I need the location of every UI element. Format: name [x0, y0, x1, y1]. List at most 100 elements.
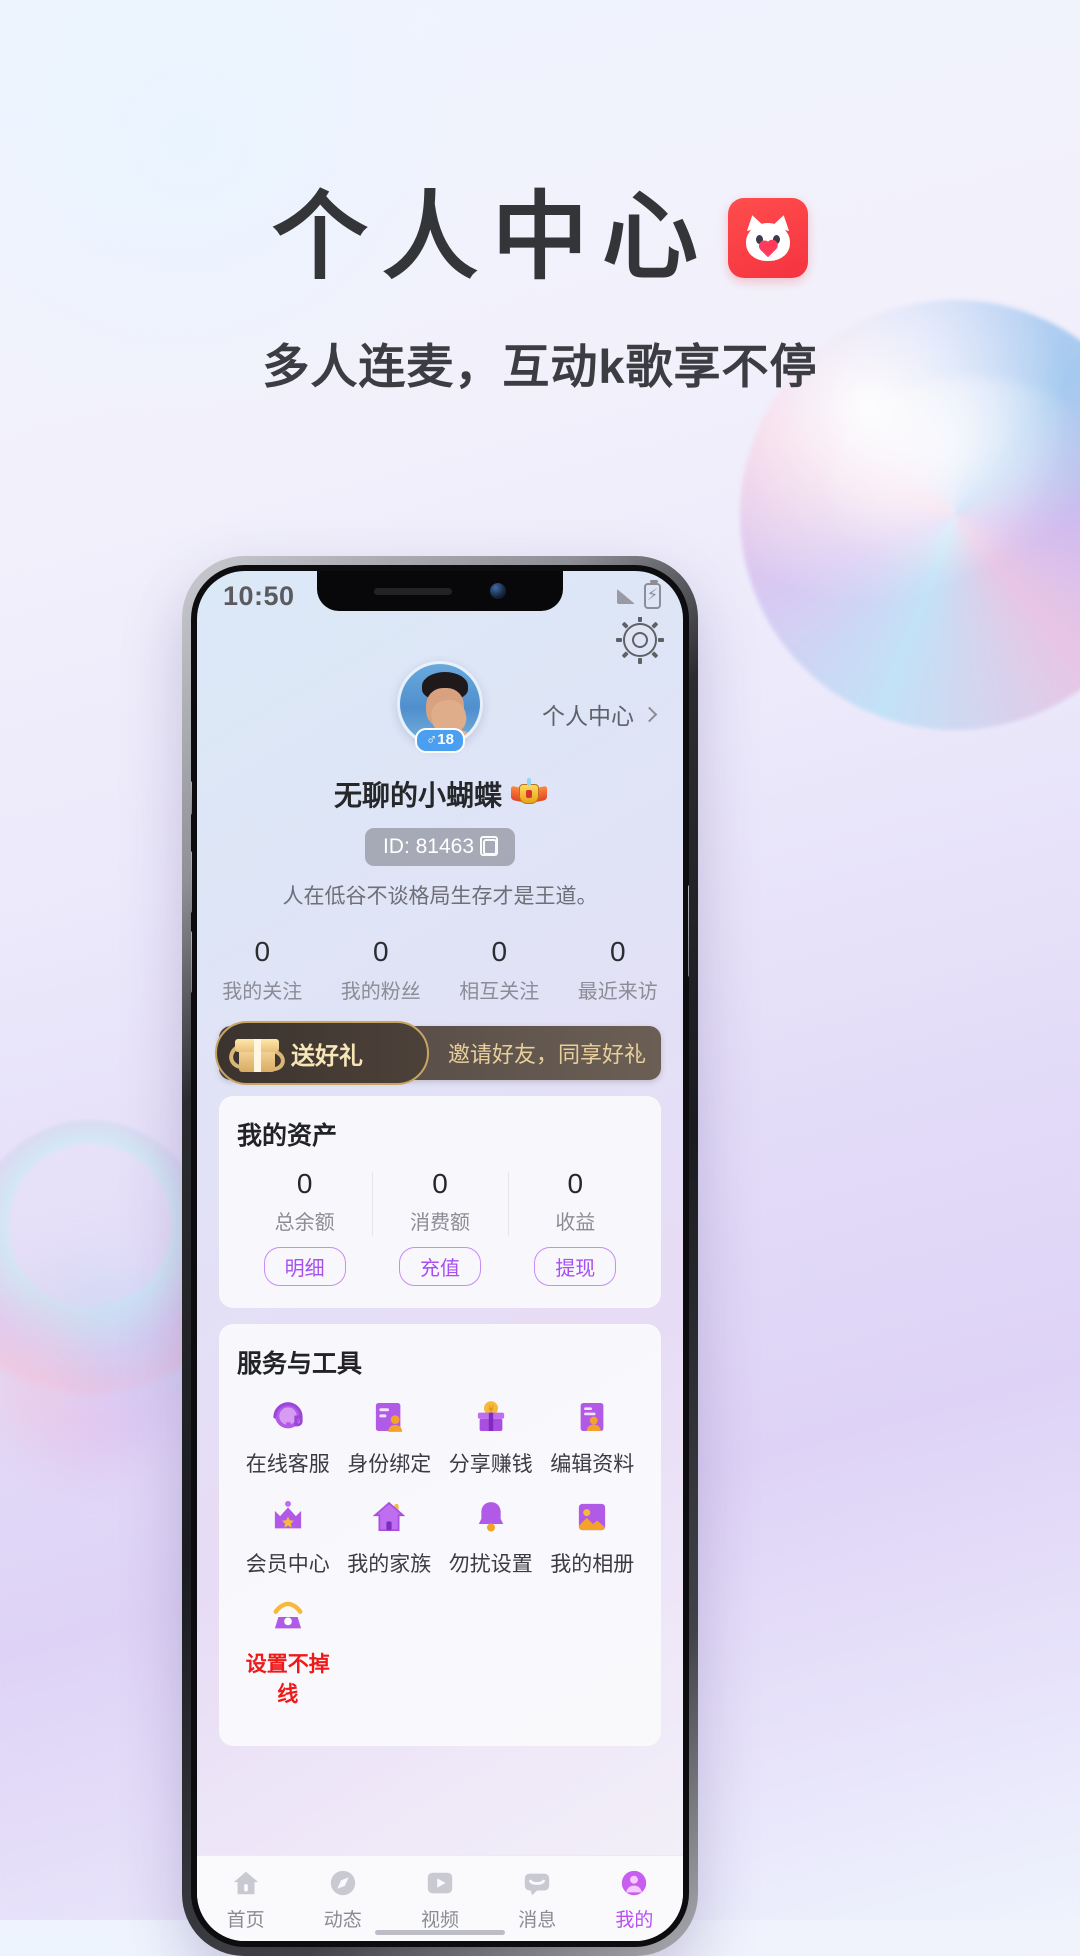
service-online-support[interactable]: 在线客服: [237, 1394, 339, 1478]
video-play-icon: [391, 1866, 488, 1900]
personal-center-link[interactable]: 个人中心: [542, 697, 658, 731]
stat-value: 0: [372, 936, 389, 967]
cat-logo-icon: [728, 198, 808, 278]
send-gift-badge[interactable]: 送好礼: [215, 1021, 429, 1085]
detail-button[interactable]: 明细: [263, 1247, 346, 1286]
signal-icon: [617, 588, 635, 604]
service-label: 我的相册: [550, 1553, 635, 1576]
stats-row: 0 我的关注 0 我的粉丝 0 相互关注 0 最近来访: [197, 936, 683, 1004]
home-icon: [197, 1866, 294, 1900]
recharge-button[interactable]: 充值: [398, 1247, 481, 1286]
service-vip-center[interactable]: 会员中心: [237, 1494, 339, 1578]
stat-mutual[interactable]: 0 相互关注: [440, 936, 559, 1004]
battery-charging-icon: ⚡: [644, 580, 661, 609]
asset-earnings: 0 收益 提现: [507, 1168, 643, 1286]
tab-video[interactable]: 视频: [391, 1866, 488, 1932]
hero-subtitle: 多人连麦，互动k歌享不停: [262, 340, 818, 393]
tab-mine[interactable]: 我的: [586, 1866, 683, 1932]
personal-center-label: 个人中心: [542, 703, 634, 729]
service-label: 身份绑定: [347, 1453, 432, 1476]
gender-age-badge: ♂18: [415, 727, 465, 753]
home-indicator: [375, 1930, 505, 1935]
service-my-album[interactable]: 我的相册: [542, 1494, 644, 1578]
asset-spent: 0 消费额 充值: [372, 1168, 507, 1286]
copy-icon[interactable]: [480, 836, 499, 856]
id-card-icon: [339, 1394, 441, 1440]
service-do-not-disturb[interactable]: 勿扰设置: [440, 1494, 542, 1578]
message-icon: [489, 1866, 586, 1900]
asset-label: 消费额: [409, 1212, 470, 1234]
service-stay-online[interactable]: 设置不掉线: [237, 1594, 339, 1708]
services-grid: 在线客服 身份绑定 ¥ 分享赚钱 编辑资料 会员中心 我的家族 勿扰设置 我的相…: [237, 1394, 643, 1724]
service-label: 编辑资料: [550, 1453, 635, 1476]
status-time: 10:50: [223, 580, 295, 611]
avatar[interactable]: ♂18: [397, 661, 483, 753]
user-id-label: ID: 81463: [382, 835, 475, 858]
assets-title: 我的资产: [237, 1122, 338, 1150]
service-share-earn[interactable]: ¥ 分享赚钱: [440, 1394, 542, 1478]
service-label: 设置不掉线: [245, 1653, 330, 1706]
gift-box-icon: [225, 1033, 288, 1074]
profile-circle-icon: [586, 1866, 683, 1900]
phone-volume-up-button: [191, 851, 192, 913]
tab-home[interactable]: 首页: [197, 1866, 294, 1932]
crown-icon: [237, 1494, 339, 1540]
edit-profile-icon: [542, 1394, 644, 1440]
asset-label: 收益: [555, 1212, 596, 1234]
asset-label: 总余额: [274, 1212, 335, 1234]
stat-label: 最近来访: [577, 981, 658, 1003]
asset-balance: 0 总余额 明细: [237, 1168, 372, 1286]
phone-mute-switch: [191, 781, 192, 815]
profile-header: 个人中心 ♂18 无聊的小蝴蝶 ID: 81463 人在低谷不谈格局生存才是王道…: [197, 657, 683, 910]
background-blob-left-glow: [0, 1270, 190, 1470]
service-identity-binding[interactable]: 身份绑定: [339, 1394, 441, 1478]
withdraw-button[interactable]: 提现: [534, 1247, 617, 1286]
phone-screen: 10:50 ⚡ 个人中心 ♂18 无聊的小蝴蝶 ID: 81463 人在低谷不谈…: [197, 571, 683, 1941]
hero-title-row: 个人中心: [0, 190, 1080, 286]
invite-gift-banner[interactable]: 送好礼 邀请好友，同享好礼 ›: [215, 1021, 661, 1085]
stat-value: 0: [491, 936, 508, 967]
service-label: 会员中心: [245, 1553, 330, 1576]
user-id-chip[interactable]: ID: 81463: [364, 828, 516, 866]
bell-icon: [440, 1494, 542, 1540]
asset-value: 0: [432, 1168, 448, 1199]
stat-label: 我的关注: [222, 981, 303, 1003]
profile-bio: 人在低谷不谈格局生存才是王道。: [282, 885, 598, 908]
page-title: 个人中心: [272, 184, 712, 291]
asset-value: 0: [567, 1168, 584, 1199]
service-edit-profile[interactable]: 编辑资料: [542, 1394, 644, 1478]
stat-following[interactable]: 0 我的关注: [203, 936, 322, 1004]
service-my-family[interactable]: 我的家族: [339, 1494, 441, 1578]
stat-label: 我的粉丝: [340, 981, 421, 1003]
gift-money-icon: ¥: [440, 1394, 542, 1440]
stat-value: 0: [254, 936, 271, 967]
asset-value: 0: [296, 1168, 313, 1199]
nickname: 无聊的小蝴蝶: [333, 780, 502, 811]
service-label: 勿扰设置: [448, 1553, 533, 1576]
tab-label: 我的: [615, 1909, 654, 1931]
service-label: 分享赚钱: [448, 1453, 533, 1476]
phone-mockup: 10:50 ⚡ 个人中心 ♂18 无聊的小蝴蝶 ID: 81463 人在低谷不谈…: [182, 556, 698, 1956]
photo-album-icon: [542, 1494, 644, 1540]
bottom-tab-bar: 首页 动态 视频 消息 我的: [197, 1855, 683, 1941]
tab-label: 首页: [226, 1909, 265, 1931]
service-label: 我的家族: [347, 1553, 432, 1576]
telephone-icon: [237, 1594, 339, 1640]
tab-moments[interactable]: 动态: [294, 1866, 391, 1932]
gear-icon[interactable]: [623, 617, 657, 664]
hero-section: 个人中心 多人连麦，互动k歌享不停: [0, 0, 1080, 397]
compass-icon: [294, 1866, 391, 1900]
services-card: 服务与工具 在线客服 身份绑定 ¥ 分享赚钱 编辑资料 会员中心 我的家族 勿扰…: [219, 1324, 661, 1746]
status-bar: 10:50 ⚡: [197, 571, 683, 617]
phone-power-button: [688, 885, 689, 977]
headset-support-icon: [237, 1394, 339, 1440]
tab-label: 视频: [421, 1909, 460, 1931]
chevron-right-icon: ›: [635, 1040, 643, 1065]
stat-label: 相互关注: [459, 981, 540, 1003]
stat-followers[interactable]: 0 我的粉丝: [322, 936, 441, 1004]
send-gift-label: 送好礼: [291, 1042, 363, 1070]
stat-recent-visitors[interactable]: 0 最近来访: [559, 936, 678, 1004]
tab-messages[interactable]: 消息: [489, 1866, 586, 1932]
crown-badge-icon: [511, 778, 547, 807]
services-title: 服务与工具: [237, 1350, 363, 1378]
